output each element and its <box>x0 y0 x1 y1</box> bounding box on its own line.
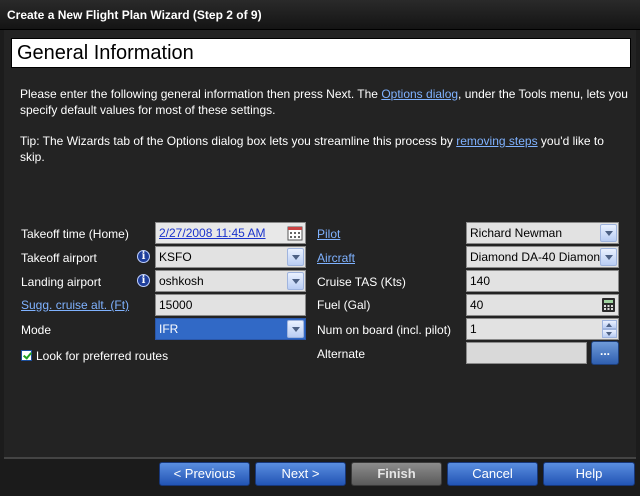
pilot-value: Richard Newman <box>470 226 563 240</box>
intro-text-part1: Please enter the following general infor… <box>20 87 382 101</box>
takeoff-time-label: Takeoff time (Home) <box>21 227 129 241</box>
num-on-board-value: 1 <box>470 322 477 336</box>
chevron-down-icon[interactable] <box>287 272 304 290</box>
chevron-down-icon[interactable] <box>600 248 617 266</box>
spin-down-icon[interactable] <box>602 329 617 338</box>
alternate-field[interactable] <box>466 342 587 364</box>
cruise-tas-label: Cruise TAS (Kts) <box>317 275 406 289</box>
mode-select[interactable]: IFR <box>155 318 306 340</box>
page-title: General Information <box>11 38 631 68</box>
cruise-alt-value: 15000 <box>159 298 193 312</box>
fuel-value: 40 <box>470 298 484 312</box>
options-dialog-link[interactable]: Options dialog <box>381 87 458 101</box>
preferred-routes-checkbox[interactable] <box>21 350 32 361</box>
takeoff-airport-value: KSFO <box>159 250 192 264</box>
spin-up-icon[interactable] <box>602 320 617 329</box>
landing-airport-info-icon[interactable]: i <box>137 274 150 287</box>
chevron-down-icon[interactable] <box>287 320 304 338</box>
takeoff-airport-label: Takeoff airport <box>21 251 97 265</box>
landing-airport-label: Landing airport <box>21 275 102 289</box>
fuel-label: Fuel (Gal) <box>317 298 371 312</box>
calendar-icon[interactable] <box>287 225 303 241</box>
next-button[interactable]: Next > <box>255 462 346 486</box>
takeoff-time-field[interactable]: 2/27/2008 11:45 AM <box>155 222 306 244</box>
tip-text: Tip: The Wizards tab of the Options dial… <box>20 133 630 165</box>
tip-text-part1: Tip: The Wizards tab of the Options dial… <box>20 134 457 148</box>
help-button[interactable]: Help <box>543 462 635 486</box>
takeoff-airport-combo[interactable]: KSFO <box>155 246 306 268</box>
chevron-down-icon[interactable] <box>287 248 304 266</box>
window-title: Create a New Flight Plan Wizard (Step 2 … <box>0 0 640 30</box>
num-on-board-stepper[interactable]: 1 <box>466 318 619 340</box>
takeoff-time-value: 2/27/2008 11:45 AM <box>159 226 266 240</box>
alternate-label: Alternate <box>317 347 366 361</box>
pilot-link[interactable]: Pilot <box>317 226 340 242</box>
aircraft-link[interactable]: Aircraft <box>317 250 355 266</box>
aircraft-combo[interactable]: Diamond DA-40 Diamond <box>466 246 619 268</box>
calculator-icon[interactable] <box>601 297 616 313</box>
intro-text: Please enter the following general infor… <box>20 86 630 118</box>
removing-steps-link[interactable]: removing steps <box>456 134 537 148</box>
cruise-alt-link[interactable]: Sugg. cruise alt. (Ft) <box>21 297 129 313</box>
cruise-tas-value: 140 <box>470 274 491 288</box>
mode-label: Mode <box>21 323 52 337</box>
alternate-browse-button[interactable]: ... <box>591 341 619 365</box>
landing-airport-value: oshkosh <box>159 274 204 288</box>
chevron-down-icon[interactable] <box>600 224 617 242</box>
takeoff-airport-info-icon[interactable]: i <box>137 250 150 263</box>
fuel-field[interactable]: 40 <box>466 294 619 316</box>
cruise-alt-field[interactable]: 15000 <box>155 294 306 316</box>
spin-buttons[interactable] <box>602 320 617 338</box>
cruise-tas-field[interactable]: 140 <box>466 270 619 292</box>
landing-airport-combo[interactable]: oshkosh <box>155 270 306 292</box>
finish-button[interactable]: Finish <box>351 462 442 486</box>
aircraft-value: Diamond DA-40 Diamond <box>470 250 600 264</box>
preferred-routes-label: Look for preferred routes <box>36 349 169 363</box>
cancel-button[interactable]: Cancel <box>447 462 538 486</box>
mode-value: IFR <box>159 322 179 336</box>
pilot-combo[interactable]: Richard Newman <box>466 222 619 244</box>
num-on-board-label: Num on board (incl. pilot) <box>317 323 452 337</box>
previous-button[interactable]: < Previous <box>159 462 250 486</box>
